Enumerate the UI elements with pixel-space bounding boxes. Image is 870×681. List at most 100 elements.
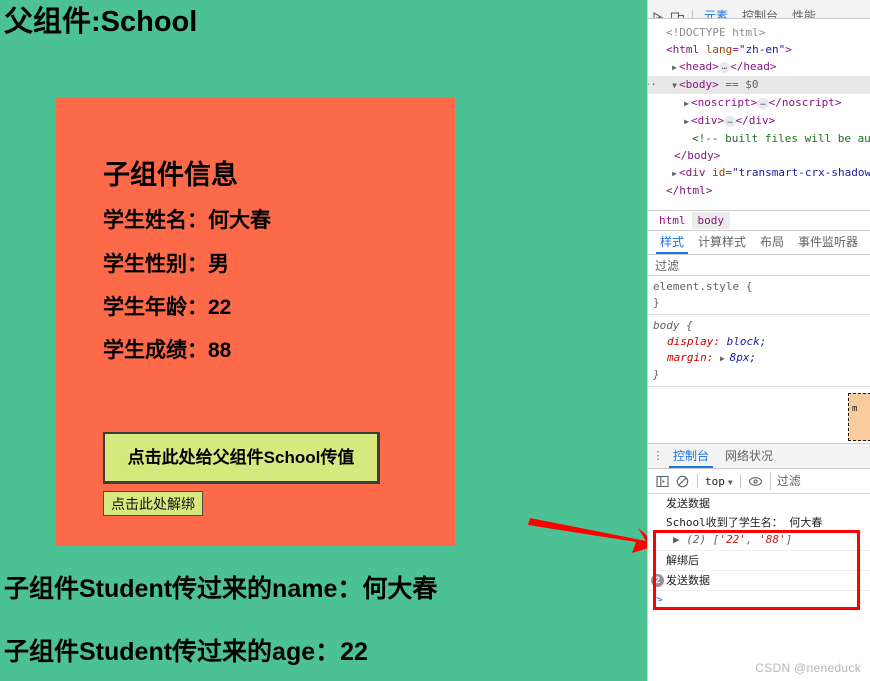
styles-filter-input[interactable]: 过滤	[655, 257, 679, 274]
console-message-text: 发送数据	[666, 574, 710, 587]
array-item-0: '22'	[719, 533, 746, 546]
breadcrumb-html[interactable]: html	[653, 212, 692, 229]
dom-comment-text: <!-- built files will be au	[692, 132, 870, 145]
css-rule-body[interactable]: body { display: block; margin: ▶ 8px; }	[648, 315, 870, 387]
css-rule-element-style[interactable]: element.style { }	[648, 276, 870, 315]
dom-line-text: <!DOCTYPE html>	[666, 26, 766, 39]
console-live-expression-icon[interactable]	[746, 471, 766, 491]
tab-performance[interactable]: 性能	[785, 7, 823, 18]
console-message-text: 解绑后	[666, 554, 699, 567]
more-tools-icon[interactable]: ⋮	[651, 444, 665, 468]
tab-console[interactable]: 控制台	[735, 7, 785, 18]
dom-tree[interactable]: <!DOCTYPE html> <html lang="zh-en"> <hea…	[648, 19, 870, 210]
css-prop-name: margin	[667, 351, 707, 364]
array-item-1: '88'	[759, 533, 786, 546]
devtools-panel: 元素 控制台 性能 <!DOCTYPE html> <html lang="zh…	[647, 0, 870, 681]
student-score-row: 学生成绩：88	[56, 321, 455, 364]
student-gender-label: 学生性别：	[103, 252, 208, 276]
subtab-event-listeners[interactable]: 事件监听器	[791, 231, 865, 254]
emit-to-parent-button[interactable]: 点击此处给父组件School传值	[103, 432, 380, 484]
css-selector: element.style {	[653, 280, 753, 293]
inspect-element-icon[interactable]	[652, 11, 667, 18]
console-filter-input[interactable]: 过滤	[769, 472, 870, 490]
drawer-tabstrip: ⋮ 控制台 网络状况	[648, 444, 870, 469]
css-prop-name: display	[667, 335, 714, 348]
chevron-down-icon: ▼	[727, 477, 733, 487]
styles-subtabs: 样式 计算样式 布局 事件监听器	[648, 231, 870, 255]
student-score-value: 88	[208, 339, 232, 363]
array-length-label: (2)	[686, 533, 707, 546]
dom-line[interactable]: <div>…</div>	[648, 112, 870, 130]
dom-line[interactable]: <div id="transmart-crx-shadow	[648, 164, 870, 182]
console-message-array[interactable]: ▶ (2) ['22', '88']	[648, 532, 870, 551]
device-toolbar-icon[interactable]	[670, 11, 685, 18]
expand-array-icon[interactable]: ▶	[673, 533, 686, 546]
page-viewport: 父组件:School 子组件信息 学生姓名：何大春 学生性别：男 学生年龄：22…	[0, 0, 647, 681]
more-options-icon[interactable]: ···	[648, 76, 657, 93]
dom-line[interactable]: <noscript>…</noscript>	[648, 94, 870, 112]
console-message-repeated[interactable]: 2 发送数据	[648, 571, 870, 591]
css-prop-value: block;	[726, 335, 767, 348]
screenshot-root: 父组件:School 子组件信息 学生姓名：何大春 学生性别：男 学生年龄：22…	[0, 0, 870, 681]
received-name-text: 子组件Student传过来的name：何大春	[4, 575, 438, 603]
css-prop-value: 8px;	[729, 351, 757, 364]
expand-head-icon[interactable]	[670, 59, 679, 76]
clear-console-icon[interactable]	[672, 471, 692, 491]
expand-shorthand-icon[interactable]: ▶	[720, 354, 730, 363]
dom-line[interactable]: </html>	[648, 182, 870, 199]
expand-shadow-div-icon[interactable]	[670, 165, 679, 182]
toolbar-divider	[697, 474, 698, 488]
css-rules-pane: element.style { } body { display: block;…	[648, 276, 870, 387]
console-prompt[interactable]: >	[648, 591, 870, 601]
unbind-button[interactable]: 点击此处解绑	[103, 491, 203, 516]
child-component-heading: 子组件信息	[103, 160, 238, 190]
dom-line[interactable]: <html lang="zh-en">	[648, 41, 870, 58]
dom-line-comment[interactable]: <!-- built files will be au	[648, 130, 870, 147]
breadcrumb-body[interactable]: body	[691, 212, 730, 229]
devtools-tabstrip: 元素 控制台 性能	[648, 0, 870, 19]
console-context-selector[interactable]: top ▼	[703, 475, 735, 488]
student-name-row: 学生姓名：何大春	[56, 191, 455, 234]
expand-noscript-icon[interactable]	[682, 95, 691, 112]
console-message[interactable]: 解绑后	[648, 551, 870, 571]
dom-line-text: </body>	[674, 149, 721, 162]
tab-elements[interactable]: 元素	[697, 7, 735, 18]
box-model-margin-label: m	[852, 404, 858, 414]
drawer-tab-console[interactable]: 控制台	[665, 444, 717, 468]
console-message[interactable]: 发送数据	[648, 494, 870, 513]
dom-line[interactable]: <head>…</head>	[648, 58, 870, 76]
subtab-computed[interactable]: 计算样式	[691, 231, 753, 254]
css-declaration-margin[interactable]: margin: ▶ 8px;	[653, 350, 870, 367]
box-model-margin-diagram: m	[848, 393, 870, 441]
page-title: 父组件:School	[4, 6, 198, 38]
console-drawer: ⋮ 控制台 网络状况 top ▼ 过滤 发送数据 School收到了学生名： 何…	[648, 443, 870, 601]
collapsed-content-badge[interactable]: …	[757, 98, 769, 109]
collapsed-content-badge[interactable]: …	[718, 62, 731, 73]
console-message[interactable]: School收到了学生名： 何大春	[648, 513, 870, 532]
student-gender-value: 男	[208, 252, 229, 276]
console-message-text: School收到了学生名： 何大春	[666, 516, 823, 529]
student-score-label: 学生成绩：	[103, 339, 208, 363]
drawer-tab-network-conditions[interactable]: 网络状况	[717, 444, 781, 468]
toolbar-divider	[739, 474, 741, 488]
dom-line-body-selected[interactable]: ···<body> == $0	[648, 76, 870, 94]
css-selector: body {	[653, 319, 693, 332]
collapsed-content-badge[interactable]: …	[724, 116, 736, 127]
dom-line[interactable]: </body>	[648, 147, 870, 164]
styles-empty-area: m	[648, 387, 870, 443]
tabstrip-divider	[692, 10, 693, 18]
student-age-value: 22	[208, 295, 232, 319]
dom-line-text: </html>	[666, 184, 713, 197]
student-name-value: 何大春	[208, 209, 271, 233]
expand-div-icon[interactable]	[682, 113, 691, 130]
console-context-value: top	[705, 474, 725, 488]
console-toolbar: top ▼ 过滤	[648, 469, 870, 494]
expand-body-icon[interactable]	[670, 77, 679, 94]
console-sidebar-toggle-icon[interactable]	[652, 471, 672, 491]
console-message-text: 发送数据	[666, 497, 710, 510]
subtab-styles[interactable]: 样式	[653, 231, 691, 254]
dom-line[interactable]: <!DOCTYPE html>	[648, 24, 870, 41]
student-age-row: 学生年龄：22	[56, 278, 455, 321]
subtab-layout[interactable]: 布局	[753, 231, 791, 254]
css-declaration-display[interactable]: display: block;	[653, 334, 870, 350]
